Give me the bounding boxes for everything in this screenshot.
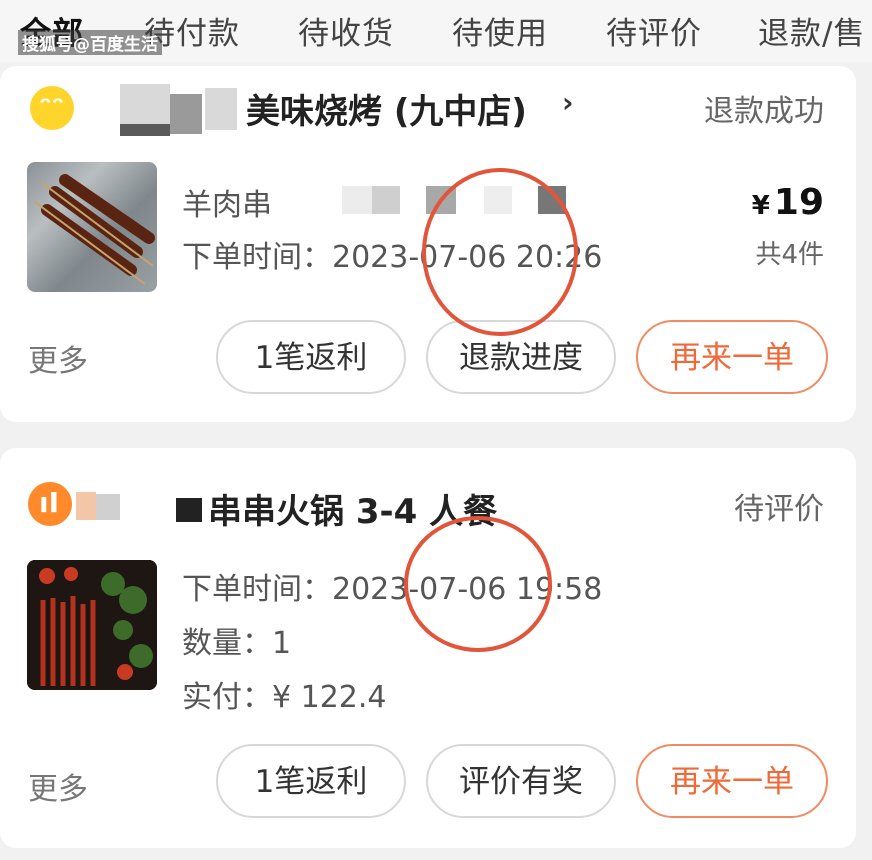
redacted-block bbox=[426, 186, 456, 214]
order-time: 下单时间：2023-07-06 19:58 bbox=[182, 572, 603, 607]
product-thumbnail[interactable] bbox=[27, 162, 157, 292]
redacted-block bbox=[96, 494, 120, 520]
order-status: 待评价 bbox=[734, 492, 824, 527]
reorder-button[interactable]: 再来一单 bbox=[636, 320, 828, 394]
order-card[interactable]: ᵔᵔ 美味烧烤 (九中店) › 退款成功 羊肉串 下单时间：2023-07-06… bbox=[0, 66, 856, 422]
order-tabs: 全部 待付款 待收货 待使用 待评价 退款/售 搜狐号@百度生活 bbox=[0, 0, 872, 62]
hotpot-skewer-image bbox=[27, 560, 157, 690]
amount-paid: 实付：¥ 122.4 bbox=[182, 680, 387, 715]
redacted-block bbox=[76, 492, 96, 520]
more-button[interactable]: 更多 bbox=[28, 764, 88, 808]
quantity: 数量：1 bbox=[182, 626, 292, 661]
tab-pending-use[interactable]: 待使用 bbox=[452, 8, 548, 53]
product-thumbnail[interactable] bbox=[27, 560, 157, 690]
tab-pending-receipt[interactable]: 待收货 bbox=[298, 8, 394, 53]
redacted-block bbox=[120, 84, 170, 124]
review-reward-button[interactable]: 评价有奖 bbox=[426, 744, 616, 818]
shop-name[interactable]: 美味烧烤 (九中店) bbox=[246, 84, 527, 133]
redacted-block bbox=[176, 498, 202, 522]
order-status: 退款成功 bbox=[704, 94, 824, 129]
currency-symbol: ¥ bbox=[751, 191, 770, 221]
tab-refund[interactable]: 退款/售 bbox=[758, 8, 865, 53]
fork-knife-icon: ıI bbox=[28, 482, 72, 526]
chevron-right-icon[interactable]: › bbox=[562, 86, 574, 119]
item-name: 羊肉串 bbox=[182, 188, 272, 223]
redacted-block bbox=[538, 186, 566, 214]
shop-name[interactable]: 串串火锅 3-4 人餐 bbox=[208, 484, 497, 533]
rebate-button[interactable]: 1笔返利 bbox=[216, 320, 406, 394]
redacted-block bbox=[170, 94, 202, 134]
skewer-image bbox=[34, 174, 155, 285]
tab-pending-review[interactable]: 待评价 bbox=[606, 8, 702, 53]
more-button[interactable]: 更多 bbox=[28, 336, 88, 380]
redacted-block bbox=[120, 124, 170, 136]
watermark: 搜狐号@百度生活 bbox=[18, 30, 162, 55]
price-value: 19 bbox=[773, 182, 824, 223]
order-price: ¥19 bbox=[752, 182, 824, 223]
redacted-block bbox=[342, 186, 372, 214]
order-card[interactable]: ıI 串串火锅 3-4 人餐 待评价 下单时间：2023-07-06 19:58… bbox=[0, 448, 856, 848]
rebate-button[interactable]: 1笔返利 bbox=[216, 744, 406, 818]
redacted-block bbox=[484, 186, 512, 214]
rabbit-logo-icon: ᵔᵔ bbox=[30, 86, 74, 130]
redacted-block bbox=[372, 186, 400, 214]
reorder-button[interactable]: 再来一单 bbox=[636, 744, 828, 818]
item-count: 共4件 bbox=[755, 240, 824, 270]
redacted-block bbox=[205, 88, 237, 130]
refund-progress-button[interactable]: 退款进度 bbox=[426, 320, 616, 394]
order-time: 下单时间：2023-07-06 20:26 bbox=[182, 240, 603, 275]
